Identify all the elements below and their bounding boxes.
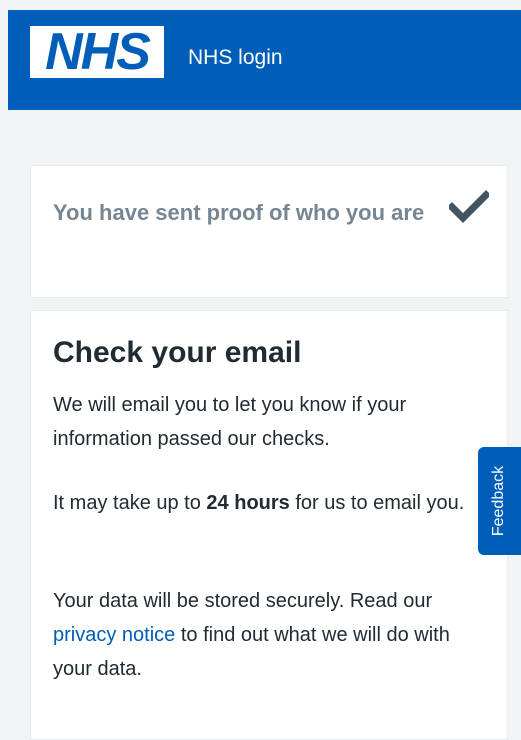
feedback-label: Feedback — [490, 465, 508, 537]
service-name[interactable]: NHS login — [188, 46, 283, 70]
page-title: Check your email — [53, 336, 302, 369]
timing-text-start: It may take up to — [53, 492, 207, 514]
timing-text-end: for us to email you. — [289, 492, 465, 514]
timing-hours: 24 hours — [206, 492, 290, 514]
privacy-notice-link[interactable]: privacy notice — [53, 624, 175, 646]
nhs-logo[interactable]: NHS — [30, 26, 164, 78]
header-bar: NHS NHS login — [8, 10, 521, 110]
timing-text: It may take up to 24 hours for us to ema… — [53, 486, 493, 520]
feedback-button[interactable]: Feedback — [478, 447, 521, 555]
privacy-text-start: Your data will be stored securely. Read … — [53, 590, 433, 612]
status-panel: You have sent proof of who you are — [30, 165, 508, 298]
privacy-text: Your data will be stored securely. Read … — [53, 584, 493, 686]
nhs-logo-text: NHS — [45, 23, 151, 81]
status-message: You have sent proof of who you are — [53, 200, 425, 225]
main-panel: Check your email We will email you to le… — [30, 310, 508, 740]
tick-icon — [449, 190, 489, 223]
email-info-text: We will email you to let you know if you… — [53, 394, 407, 450]
